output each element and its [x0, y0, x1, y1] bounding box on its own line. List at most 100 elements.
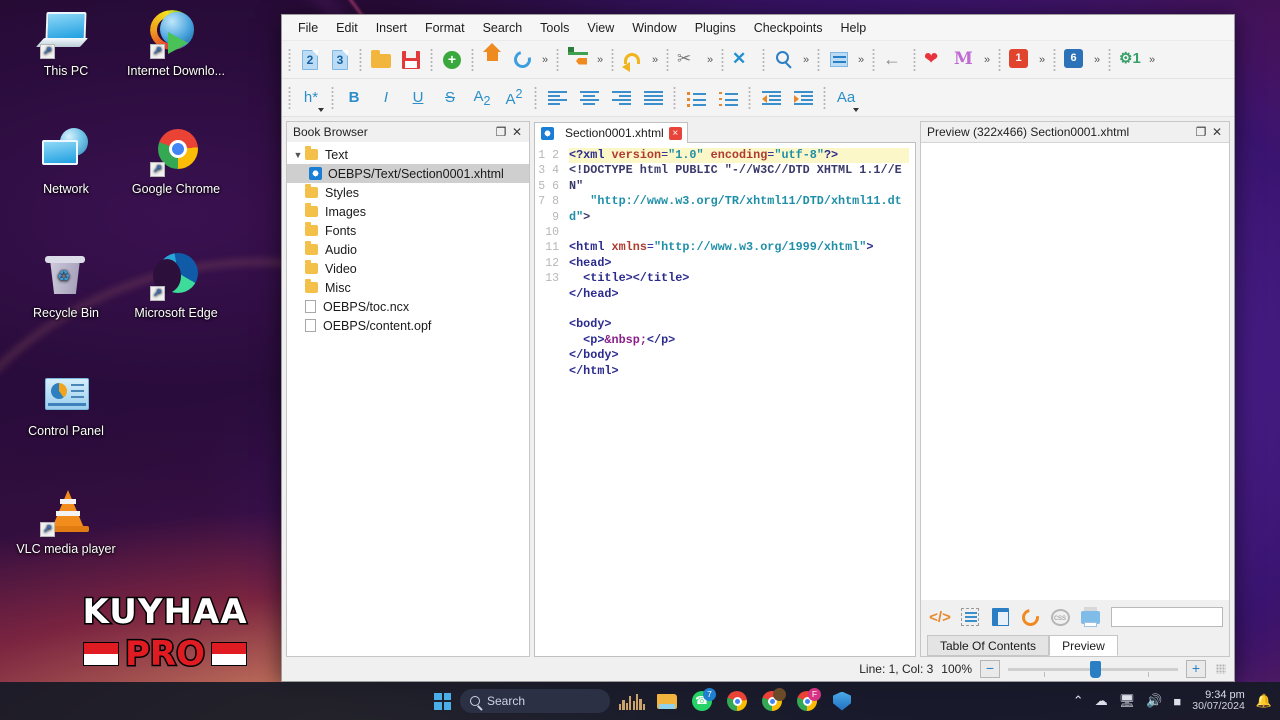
increase-indent-icon[interactable]	[787, 83, 819, 113]
sigil-taskbar-icon[interactable]	[619, 688, 645, 714]
align-center-icon[interactable]	[573, 83, 605, 113]
menu-tools[interactable]: Tools	[531, 18, 578, 38]
toolbar-overflow-chevron[interactable]: »	[703, 54, 717, 66]
menu-checkpoints[interactable]: Checkpoints	[745, 18, 832, 38]
zoom-out-button[interactable]: −	[980, 660, 1000, 678]
italic-icon[interactable]: I	[370, 83, 402, 113]
toolbar-grip[interactable]	[719, 46, 726, 73]
toolbar-grip[interactable]	[996, 46, 1003, 73]
add-cover-icon[interactable]: +	[437, 45, 467, 75]
search-box[interactable]: Search	[460, 689, 610, 713]
preview-render-area[interactable]	[921, 142, 1229, 600]
toolbar-overflow-chevron[interactable]: »	[648, 54, 662, 66]
open-folder-icon[interactable]	[366, 45, 396, 75]
zoom-in-button[interactable]: +	[1186, 660, 1206, 678]
casing-icon[interactable]: Aa	[830, 83, 862, 113]
tree-item-fonts[interactable]: Fonts	[287, 221, 529, 240]
tab-section0001-xhtml[interactable]: e Section0001.xhtml ×	[534, 122, 688, 143]
tree-item-misc[interactable]: Misc	[287, 278, 529, 297]
superscript-icon[interactable]: A2	[498, 83, 530, 113]
preview-path-field[interactable]	[1111, 607, 1223, 627]
zoom-slider[interactable]	[1008, 660, 1178, 678]
chrome-icon[interactable]	[724, 688, 750, 714]
toolbar-grip[interactable]	[821, 84, 828, 111]
menu-search[interactable]: Search	[474, 18, 532, 38]
desktop-icon-internet-download-manager[interactable]: Internet Downlo...	[120, 10, 232, 78]
find-replace-icon[interactable]	[769, 45, 799, 75]
toolbar-grip[interactable]	[870, 46, 877, 73]
toolbar-grip[interactable]	[329, 84, 336, 111]
strikethrough-icon[interactable]: S	[434, 83, 466, 113]
tree-item-audio[interactable]: Audio	[287, 240, 529, 259]
chevron-down-icon[interactable]: ▼	[291, 150, 305, 160]
chrome-facebook-icon[interactable]: F	[794, 688, 821, 714]
align-justify-icon[interactable]	[637, 83, 669, 113]
underline-icon[interactable]: U	[402, 83, 434, 113]
toolbar-grip[interactable]	[1106, 46, 1113, 73]
add-blank-html-file-icon[interactable]: 2	[295, 45, 325, 75]
clock[interactable]: 9:34 pm 30/07/2024	[1192, 690, 1245, 712]
toolbar-overflow-chevron[interactable]: »	[1145, 54, 1159, 66]
toolbar-grip[interactable]	[1051, 46, 1058, 73]
close-tab-button[interactable]: ×	[668, 126, 682, 140]
back-icon[interactable]: ←	[879, 45, 909, 75]
desktop-icon-microsoft-edge[interactable]: Microsoft Edge	[120, 252, 232, 320]
close-panel-button[interactable]: ✕	[1209, 124, 1225, 140]
toolbar-grip[interactable]	[760, 46, 767, 73]
tree-item-toc-ncx[interactable]: OEBPS/toc.ncx	[287, 297, 529, 316]
toolbar-overflow-chevron[interactable]: »	[799, 54, 813, 66]
subscript-icon[interactable]: A2	[466, 83, 498, 113]
float-panel-button[interactable]: ❐	[493, 124, 509, 140]
heading-icon[interactable]: h*	[295, 83, 327, 113]
menu-insert[interactable]: Insert	[367, 18, 416, 38]
menu-format[interactable]: Format	[416, 18, 474, 38]
bullet-list-icon[interactable]	[680, 83, 712, 113]
plugin-1-icon[interactable]: 1	[1005, 45, 1035, 75]
tray-expand-chevron-icon[interactable]: ⌃	[1073, 693, 1084, 709]
security-icon[interactable]	[829, 688, 855, 714]
toolbar-overflow-chevron[interactable]: »	[538, 54, 552, 66]
menu-edit[interactable]: Edit	[327, 18, 367, 38]
start-button[interactable]	[434, 692, 451, 710]
menu-window[interactable]: Window	[623, 18, 685, 38]
toolbar-grip[interactable]	[357, 46, 364, 73]
plugin-6-icon[interactable]: 6	[1060, 45, 1090, 75]
chrome-profile-icon[interactable]	[759, 688, 786, 714]
desktop-icon-control-panel[interactable]: Control Panel	[10, 370, 122, 438]
resize-grip[interactable]	[1216, 664, 1226, 674]
toolbar-overflow-chevron[interactable]: »	[854, 54, 868, 66]
volume-icon[interactable]: 🔊	[1146, 693, 1162, 709]
toolbar-grip[interactable]	[671, 84, 678, 111]
undo-icon[interactable]	[618, 45, 648, 75]
toolbar-grip[interactable]	[664, 46, 671, 73]
tree-item-section0001[interactable]: e OEBPS/Text/Section0001.xhtml	[287, 164, 529, 183]
toolbar-grip[interactable]	[286, 46, 293, 73]
desktop-icon-this-pc[interactable]: This PC	[10, 10, 122, 78]
toolbar-grip[interactable]	[554, 46, 561, 73]
heart-icon[interactable]: ❤	[920, 45, 950, 75]
toolbar-grip[interactable]	[911, 46, 918, 73]
toolbar-overflow-chevron[interactable]: »	[1090, 54, 1104, 66]
css-reload-icon[interactable]: css	[1047, 604, 1073, 630]
inspect-element-icon[interactable]	[957, 604, 983, 630]
metadata-editor-icon[interactable]	[563, 45, 593, 75]
toolbar-grip[interactable]	[609, 46, 616, 73]
toolbar-grip[interactable]	[815, 46, 822, 73]
tree-item-images[interactable]: Images	[287, 202, 529, 221]
desktop-icon-recycle-bin[interactable]: ♻ Recycle Bin	[10, 252, 122, 320]
add-existing-file-icon[interactable]: 3	[325, 45, 355, 75]
reload-icon[interactable]	[508, 45, 538, 75]
menu-plugins[interactable]: Plugins	[686, 18, 745, 38]
toolbar-grip[interactable]	[746, 84, 753, 111]
table-of-contents-icon[interactable]	[824, 45, 854, 75]
toolbar-grip[interactable]	[428, 46, 435, 73]
delete-icon[interactable]: ✕	[728, 45, 758, 75]
save-icon[interactable]	[396, 45, 426, 75]
toolbar-overflow-chevron[interactable]: »	[1035, 54, 1049, 66]
desktop-icon-vlc-media-player[interactable]: VLC media player	[10, 488, 122, 556]
view-source-icon[interactable]: </>	[927, 604, 953, 630]
float-panel-button[interactable]: ❐	[1193, 124, 1209, 140]
code-content[interactable]: <?xml version="1.0" encoding="utf-8"?> <!…	[563, 143, 915, 656]
tab-preview[interactable]: Preview	[1049, 635, 1118, 656]
menu-file[interactable]: File	[289, 18, 327, 38]
